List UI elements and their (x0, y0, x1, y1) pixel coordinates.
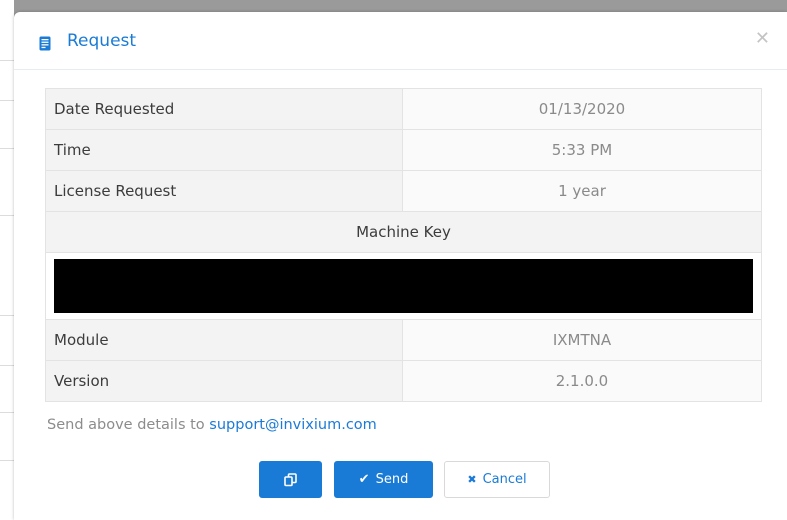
request-dialog: Request ✕ Date Requested 01/13/2020 Time… (14, 12, 787, 520)
row-value: IXMTNA (402, 319, 762, 361)
table-row: Version 2.1.0.0 (45, 360, 762, 402)
machine-key-header: Machine Key (45, 211, 762, 253)
send-instructions: Send above details to support@invixium.c… (47, 417, 377, 433)
row-label: Date Requested (45, 88, 403, 130)
row-value: 1 year (402, 170, 762, 212)
machine-key-cell (45, 252, 762, 320)
send-button-label: Send (375, 472, 409, 487)
row-label: Version (45, 360, 403, 402)
background-divider (0, 60, 14, 61)
row-value: 01/13/2020 (402, 88, 762, 130)
table-row (45, 252, 762, 320)
background-divider (0, 315, 14, 316)
table-row: Machine Key (45, 211, 762, 253)
send-button[interactable]: ✔ Send (334, 461, 433, 498)
row-value: 5:33 PM (402, 129, 762, 171)
table-row: Time 5:33 PM (45, 129, 762, 171)
request-details-table: Date Requested 01/13/2020 Time 5:33 PM L… (45, 88, 762, 402)
background-divider (0, 148, 14, 149)
table-row: Date Requested 01/13/2020 (45, 88, 762, 130)
cancel-button-label: Cancel (482, 472, 527, 487)
row-label: Module (45, 319, 403, 361)
support-email-link[interactable]: support@invixium.com (209, 417, 377, 433)
send-instructions-text: Send above details to (47, 417, 210, 433)
copy-icon (284, 472, 297, 486)
row-label: License Request (45, 170, 403, 212)
background-divider (0, 460, 14, 461)
row-value: 2.1.0.0 (402, 360, 762, 402)
background-divider (0, 412, 14, 413)
document-icon (39, 36, 51, 51)
table-row: License Request 1 year (45, 170, 762, 212)
close-button[interactable]: ✕ (755, 30, 770, 48)
background-divider (0, 215, 14, 216)
row-label: Time (45, 129, 403, 171)
times-icon: ✖ (467, 473, 477, 486)
background-page (0, 0, 14, 520)
background-divider (0, 365, 14, 366)
dialog-title: Request (67, 31, 137, 51)
machine-key-redacted[interactable] (54, 259, 753, 313)
check-icon: ✔ (358, 472, 370, 487)
copy-button[interactable] (259, 461, 322, 498)
dialog-header: Request ✕ (14, 12, 787, 70)
background-divider (0, 100, 14, 101)
cancel-button[interactable]: ✖ Cancel (444, 461, 550, 498)
table-row: Module IXMTNA (45, 319, 762, 361)
